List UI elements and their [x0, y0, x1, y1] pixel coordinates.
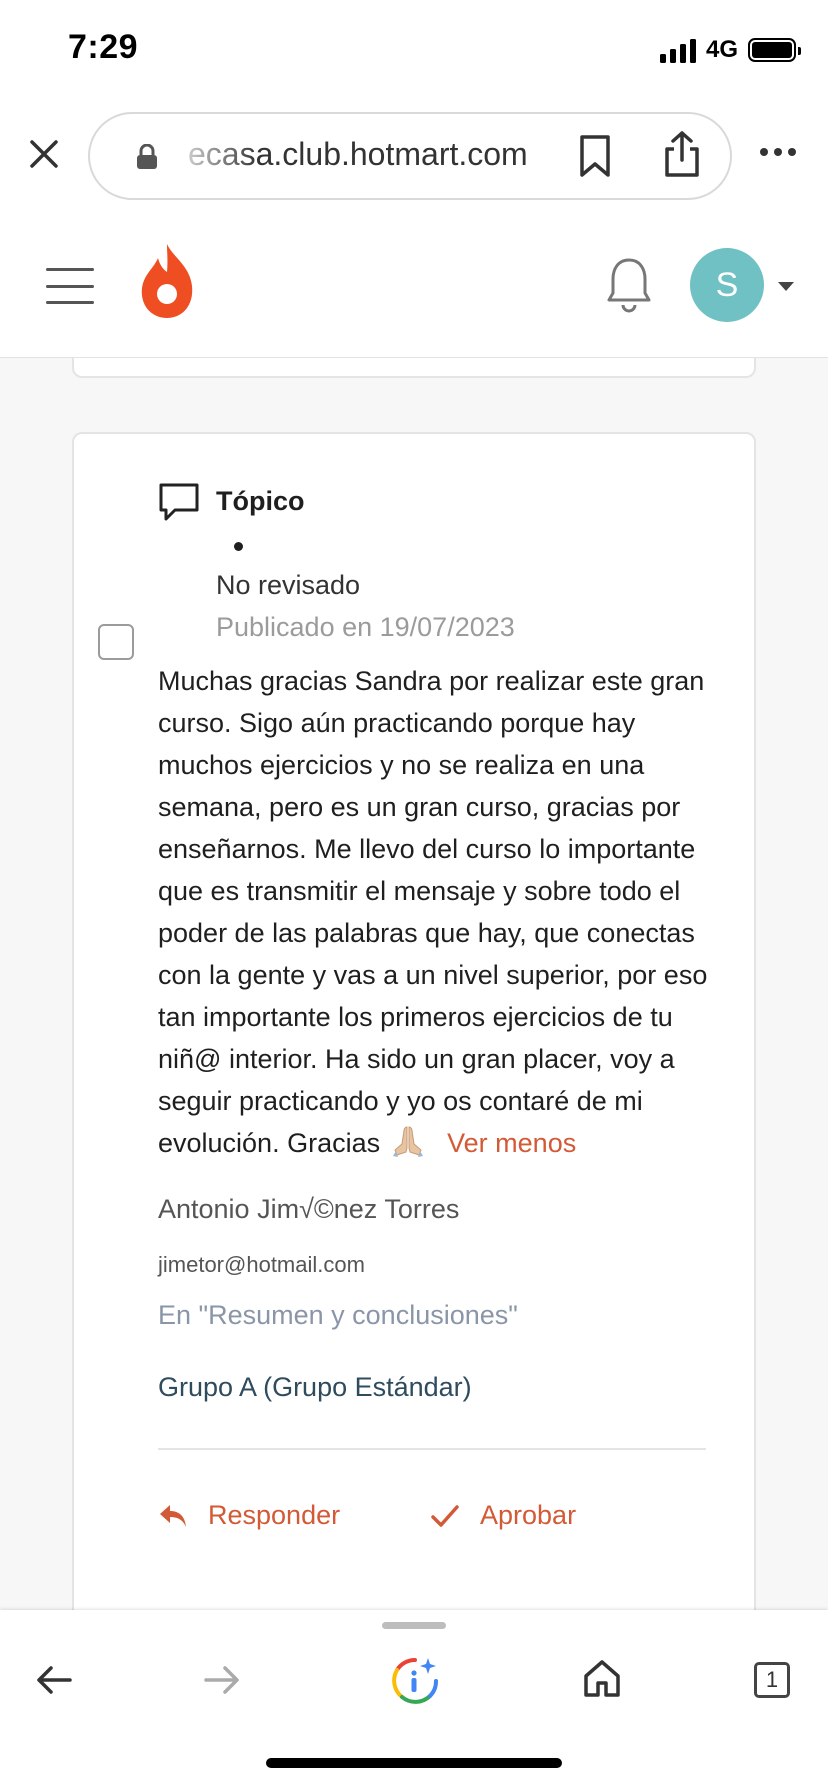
- approve-button[interactable]: Aprobar: [430, 1500, 576, 1531]
- hamburger-menu-button[interactable]: [46, 268, 94, 304]
- post-type-label: Tópico: [216, 486, 305, 516]
- more-dot-icon: [788, 148, 796, 156]
- approve-label: Aprobar: [480, 1500, 577, 1530]
- address-field[interactable]: ecasa.club.hotmart.com: [88, 112, 732, 200]
- divider: [158, 1448, 706, 1450]
- battery-icon: [748, 38, 801, 62]
- main-content: Tópico No revisado Publicado en 19/07/20…: [0, 358, 828, 1610]
- more-options-button[interactable]: [760, 148, 796, 156]
- author-email: jimetor@hotmail.com: [158, 1252, 365, 1277]
- see-less-link[interactable]: Ver menos: [447, 1128, 576, 1158]
- back-button[interactable]: [34, 1660, 74, 1705]
- speech-bubble-icon: [159, 483, 199, 521]
- signal-icon: [659, 37, 696, 63]
- close-icon: [30, 140, 58, 168]
- praying-hands-icon: [392, 1126, 423, 1157]
- lock-icon: [137, 144, 157, 169]
- author-name: Antonio Jim√©nez Torres: [158, 1194, 460, 1224]
- home-icon: [584, 1660, 620, 1697]
- user-avatar[interactable]: S: [690, 248, 764, 322]
- previous-post-card: [72, 358, 756, 378]
- arrow-left-icon: [37, 1666, 72, 1694]
- hotmart-flame-logo[interactable]: [138, 242, 196, 320]
- forward-button[interactable]: [202, 1660, 242, 1705]
- reply-button[interactable]: Responder: [158, 1500, 340, 1531]
- app-header: S: [0, 218, 828, 358]
- share-icon: [665, 131, 699, 177]
- post-card: Tópico No revisado Publicado en 19/07/20…: [72, 432, 756, 1610]
- reply-arrow-icon: [160, 1504, 186, 1527]
- post-group: Grupo A (Grupo Estándar): [158, 1372, 472, 1402]
- google-lens-icon: [392, 1657, 439, 1704]
- tab-switcher-button[interactable]: 1: [754, 1662, 790, 1698]
- post-body: Muchas gracias Sandra por realizar este …: [158, 660, 718, 1164]
- published-date: Publicado en 19/07/2023: [216, 612, 515, 642]
- browser-url-bar: ecasa.club.hotmart.com: [0, 108, 828, 208]
- chevron-down-icon[interactable]: [778, 282, 794, 291]
- review-status: No revisado: [216, 570, 361, 600]
- close-tab-button[interactable]: [22, 132, 66, 176]
- page: 7:29 4G ecasa.club.hotmart.com S Tópico …: [0, 0, 828, 1792]
- share-button[interactable]: [662, 130, 706, 180]
- notifications-button[interactable]: [606, 256, 652, 319]
- network-label: 4G: [705, 36, 738, 63]
- reply-label: Responder: [208, 1500, 341, 1530]
- url-text: ecasa.club.hotmart.com: [188, 136, 528, 172]
- more-dot-icon: [760, 148, 768, 156]
- drag-handle[interactable]: [382, 1622, 446, 1629]
- status-bar: 7:29 4G: [0, 0, 828, 100]
- more-dot-icon: [774, 148, 782, 156]
- bell-icon: [607, 258, 651, 313]
- status-indicators: 4G: [659, 36, 801, 64]
- bookmark-icon: [580, 135, 610, 177]
- post-location-link[interactable]: En "Resumen y conclusiones": [158, 1300, 518, 1331]
- google-lens-button[interactable]: [390, 1656, 440, 1711]
- home-indicator[interactable]: [266, 1758, 562, 1768]
- home-button[interactable]: [582, 1658, 622, 1703]
- bookmark-button[interactable]: [578, 134, 618, 180]
- select-post-checkbox[interactable]: [98, 624, 134, 660]
- status-bullet: [234, 542, 243, 551]
- status-time: 7:29: [68, 28, 139, 66]
- post-body-text: Muchas gracias Sandra por realizar este …: [158, 666, 708, 1158]
- check-icon: [431, 1504, 459, 1527]
- arrow-right-icon: [204, 1666, 239, 1694]
